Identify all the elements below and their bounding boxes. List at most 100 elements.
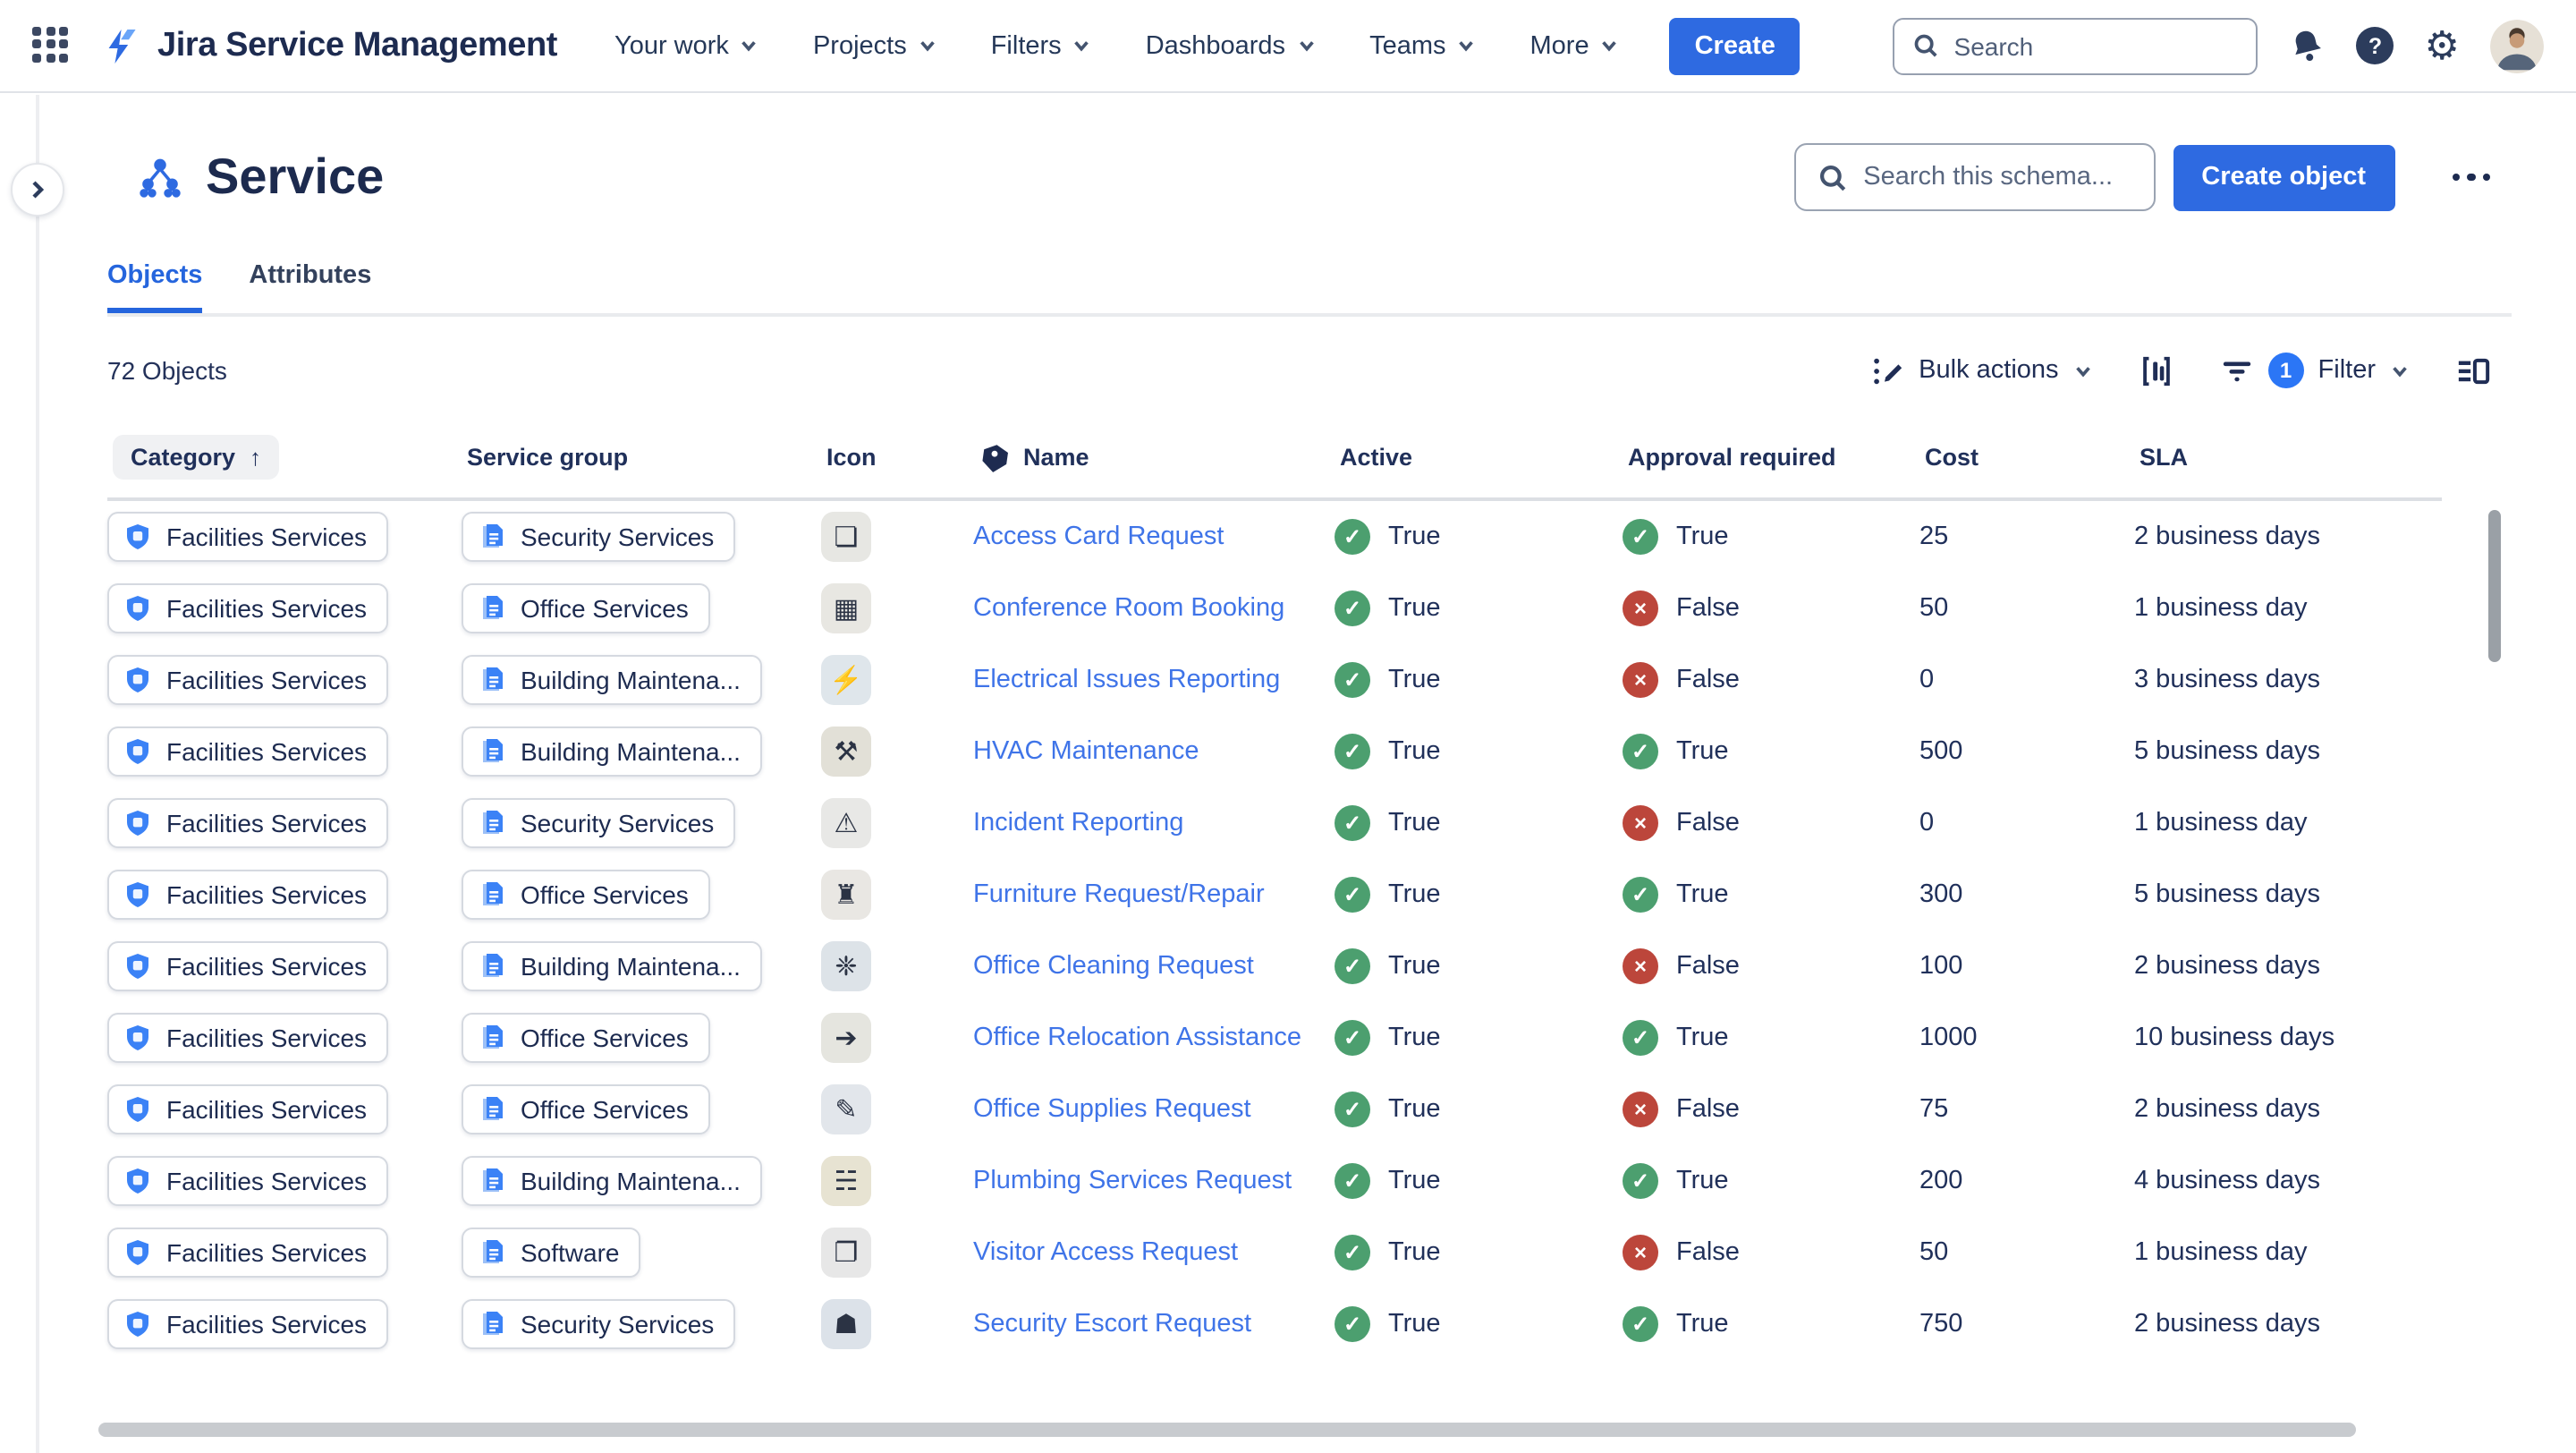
table-row: Facilities Services Security Services ❏ … (107, 501, 2490, 573)
profile-button[interactable] (2490, 19, 2544, 72)
bulk-actions-button[interactable]: Bulk actions (1870, 353, 2092, 387)
app-switcher-icon[interactable] (32, 26, 72, 65)
global-search[interactable] (1894, 17, 2258, 74)
filter-button[interactable]: 1 Filter (2220, 353, 2410, 388)
approval-status-label: False (1676, 1095, 1740, 1124)
shield-icon (123, 594, 152, 623)
service-group-chip[interactable]: Building Maintena... (462, 941, 762, 991)
column-settings-button[interactable] (2140, 353, 2174, 387)
service-group-chip[interactable]: Building Maintena... (462, 726, 762, 777)
jira-home-link[interactable]: Jira Service Management (100, 24, 557, 67)
settings-button[interactable]: ⚙ (2425, 26, 2460, 65)
service-group-chip[interactable]: Office Services (462, 870, 710, 920)
object-name-link[interactable]: Office Cleaning Request (973, 948, 1279, 984)
service-group-chip-label: Software (521, 1238, 620, 1267)
side-panel-icon (2456, 353, 2490, 387)
object-name-link[interactable]: Office Supplies Request (973, 1092, 1276, 1127)
schema-search-input[interactable] (1863, 163, 2131, 191)
sla-value: 5 business days (2134, 880, 2433, 909)
service-group-chip[interactable]: Security Services (462, 512, 735, 562)
help-button[interactable]: ? (2357, 27, 2394, 64)
column-header-category[interactable]: Category↑ (113, 435, 279, 480)
nav-menu-more[interactable]: More (1530, 31, 1620, 60)
check-circle-icon: ✓ (1335, 1306, 1370, 1342)
category-chip[interactable]: Facilities Services (107, 655, 388, 705)
category-chip[interactable]: Facilities Services (107, 870, 388, 920)
category-chip[interactable]: Facilities Services (107, 583, 388, 633)
object-icon-glyph: ❏ (835, 521, 859, 553)
expand-sidebar-button[interactable] (11, 163, 64, 217)
horizontal-scrollbar[interactable] (98, 1423, 2356, 1437)
active-status-label: True (1388, 666, 1441, 694)
cost-value: 200 (1919, 1167, 2134, 1195)
category-chip[interactable]: Facilities Services (107, 1156, 388, 1206)
detail-view-button[interactable] (2456, 353, 2490, 387)
nav-menu-dashboards[interactable]: Dashboards (1146, 31, 1316, 60)
service-group-chip[interactable]: Office Services (462, 1084, 710, 1134)
object-name-link[interactable]: Incident Reporting (973, 805, 1208, 841)
object-name-link[interactable]: Office Relocation Assistance (973, 1020, 1326, 1056)
tab-attributes[interactable]: Attributes (249, 261, 371, 313)
cost-value: 500 (1919, 737, 2134, 766)
category-chip[interactable]: Facilities Services (107, 798, 388, 848)
table-row: Facilities Services Building Maintena...… (107, 716, 2490, 787)
shield-icon (123, 1238, 152, 1267)
service-group-chip[interactable]: Office Services (462, 1013, 710, 1063)
approval-status-label: False (1676, 594, 1740, 623)
more-options-button[interactable] (2452, 174, 2490, 182)
category-chip[interactable]: Facilities Services (107, 512, 388, 562)
column-header-sla[interactable]: SLA (2140, 444, 2438, 471)
category-chip[interactable]: Facilities Services (107, 1084, 388, 1134)
check-circle-icon: ✓ (1623, 1163, 1658, 1199)
service-group-chip[interactable]: Security Services (462, 1299, 735, 1349)
column-header-cost[interactable]: Cost (1925, 444, 2140, 471)
cross-circle-icon: × (1623, 1092, 1658, 1127)
sort-ascending-icon: ↑ (250, 444, 261, 471)
cross-circle-icon: × (1623, 662, 1658, 698)
object-name-link[interactable]: HVAC Maintenance (973, 734, 1224, 769)
object-name-link[interactable]: Electrical Issues Reporting (973, 662, 1305, 698)
category-chip[interactable]: Facilities Services (107, 726, 388, 777)
object-name-link[interactable]: Furniture Request/Repair (973, 877, 1290, 913)
object-icon-glyph: ❐ (835, 1236, 859, 1269)
schema-page: Service Create object Objects Attributes… (0, 93, 2576, 1360)
service-group-chip[interactable]: Office Services (462, 583, 710, 633)
notifications-button[interactable] (2289, 27, 2326, 64)
column-header-icon[interactable]: Icon (826, 444, 979, 471)
column-header-service-group[interactable]: Service group (467, 444, 826, 471)
column-header-name[interactable]: Name (979, 441, 1340, 473)
tab-objects[interactable]: Objects (107, 261, 202, 313)
column-header-approval-required[interactable]: Approval required (1628, 444, 1925, 471)
object-name-link[interactable]: Access Card Request (973, 519, 1249, 555)
nav-menu-projects[interactable]: Projects (813, 31, 937, 60)
service-group-chip[interactable]: Software (462, 1228, 641, 1278)
object-name-link[interactable]: Conference Room Booking (973, 591, 1309, 626)
global-search-input[interactable] (1954, 31, 2239, 60)
category-chip[interactable]: Facilities Services (107, 1228, 388, 1278)
hvac-tools-icon: ⚒ (821, 726, 871, 777)
category-chip[interactable]: Facilities Services (107, 941, 388, 991)
column-header-active[interactable]: Active (1340, 444, 1628, 471)
object-icon-glyph: ♜ (835, 879, 859, 911)
create-object-button[interactable]: Create object (2173, 144, 2394, 210)
shield-icon (123, 1024, 152, 1052)
service-group-chip[interactable]: Building Maintena... (462, 1156, 762, 1206)
schema-search[interactable] (1793, 143, 2155, 211)
gear-icon: ⚙ (2425, 26, 2460, 65)
service-group-chip[interactable]: Security Services (462, 798, 735, 848)
active-status: ✓True (1335, 1020, 1623, 1056)
create-button[interactable]: Create (1670, 17, 1801, 74)
check-circle-icon: ✓ (1623, 877, 1658, 913)
approval-status-label: True (1676, 1167, 1729, 1195)
nav-menu-teams[interactable]: Teams (1369, 31, 1476, 60)
service-group-chip[interactable]: Building Maintena... (462, 655, 762, 705)
category-chip[interactable]: Facilities Services (107, 1013, 388, 1063)
object-name-link[interactable]: Plumbing Services Request (973, 1163, 1317, 1199)
object-name-link[interactable]: Security Escort Request (973, 1306, 1276, 1342)
nav-menu-your-work[interactable]: Your work (614, 31, 759, 60)
category-chip[interactable]: Facilities Services (107, 1299, 388, 1349)
object-name-link[interactable]: Visitor Access Request (973, 1235, 1263, 1270)
approval-status: ×False (1623, 591, 1919, 626)
vertical-scrollbar[interactable] (2488, 510, 2501, 662)
nav-menu-filters[interactable]: Filters (991, 31, 1092, 60)
